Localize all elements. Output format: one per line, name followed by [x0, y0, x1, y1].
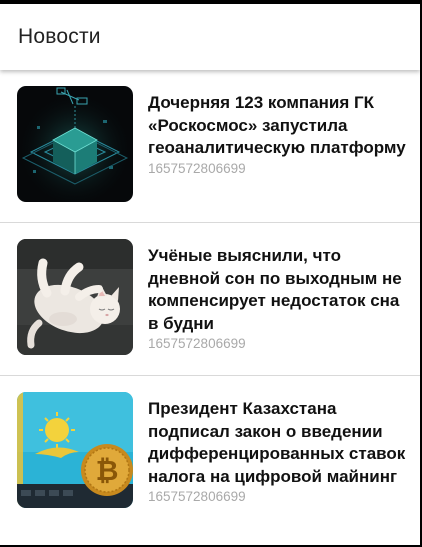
news-title: Дочерняя 123 компания ГК «Роскосмос» зап… [148, 93, 406, 157]
news-timestamp: 1657572806699 [148, 336, 246, 351]
news-screen: Новости Дочерняя 123 компания ГК «Роскос… [0, 0, 422, 547]
sleeping-cat-icon [17, 239, 133, 355]
news-item[interactable]: Учёные выяснили, что дневной сон по выхо… [0, 223, 420, 376]
satellite-cube-icon [17, 86, 133, 202]
news-timestamp: 1657572806699 [148, 489, 246, 504]
news-item[interactable]: Дочерняя 123 компания ГК «Роскосмос» зап… [0, 70, 420, 223]
app-bar: Новости [0, 4, 420, 70]
news-timestamp: 1657572806699 [148, 160, 246, 176]
news-item[interactable]: ₿ Президент Казахстана подписал закон о … [0, 376, 420, 528]
news-thumbnail-satellite [17, 86, 133, 202]
page-title: Новости [18, 25, 101, 48]
news-title: Учёные выяснили, что дневной сон по выхо… [148, 246, 402, 333]
svg-text:₿: ₿ [96, 454, 119, 487]
news-list: Дочерняя 123 компания ГК «Роскосмос» зап… [0, 70, 420, 528]
news-thumbnail-cat [17, 239, 133, 355]
kazakhstan-flag-bitcoin-icon: ₿ [17, 392, 133, 508]
news-thumbnail-bitcoin: ₿ [17, 392, 133, 508]
news-title: Президент Казахстана подписал закон о вв… [148, 399, 406, 486]
